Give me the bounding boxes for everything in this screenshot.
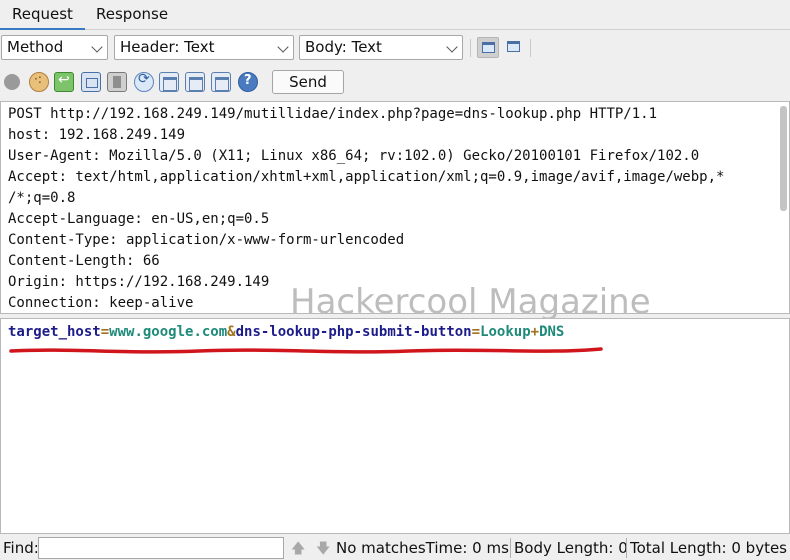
status-divider (510, 538, 511, 558)
total-length: Total Length: 0 bytes (630, 539, 787, 557)
header-format-select[interactable]: Header: Text (114, 35, 294, 60)
param-ampersand: & (227, 324, 236, 340)
find-previous-icon[interactable]: 🡅 (291, 538, 305, 560)
tab-response[interactable]: Response (84, 0, 180, 30)
param-key: target_host (8, 324, 101, 340)
status-dot-icon[interactable] (4, 74, 20, 90)
split-vertical-icon (482, 42, 495, 53)
box-icon[interactable] (107, 72, 127, 92)
header-line: POST http://192.168.249.149/mutillidae/i… (8, 106, 658, 122)
param-value: Lookup (480, 324, 531, 340)
action-toolbar: Send (0, 68, 790, 96)
header-line: Content-Length: 66 (8, 253, 160, 269)
refresh-icon[interactable] (134, 71, 154, 92)
header-line: Origin: https://192.168.249.149 (8, 274, 270, 290)
param-key: dns-lookup-php-submit-button (235, 324, 472, 340)
send-button[interactable]: Send (272, 70, 344, 94)
request-headers-pane[interactable]: POST http://192.168.249.149/mutillidae/i… (0, 101, 790, 314)
toolbar-divider (530, 39, 531, 57)
header-line: Connection: keep-alive (8, 295, 194, 311)
param-equals: = (100, 324, 110, 340)
chevron-down-icon (277, 41, 289, 53)
body-format-select[interactable]: Body: Text (299, 35, 463, 60)
help-icon[interactable] (238, 72, 258, 92)
layout-horizontal-button[interactable] (503, 37, 525, 58)
split-horizontal-icon (507, 41, 520, 52)
status-divider (626, 538, 627, 558)
header-line: /*;q=0.8 (8, 190, 76, 206)
request-headers-text[interactable]: POST http://192.168.249.149/mutillidae/i… (8, 104, 775, 313)
request-time: Time: 0 ms (425, 539, 509, 557)
find-next-icon[interactable]: 🡇 (316, 538, 330, 560)
chevron-down-icon (91, 41, 103, 53)
param-equals: = (471, 324, 481, 340)
header-line: host: 192.168.249.149 (8, 127, 186, 143)
header-line: User-Agent: Mozilla/5.0 (X11; Linux x86_… (8, 148, 700, 164)
format-toolbar: Method Header: Text Body: Text (0, 35, 790, 61)
find-status: No matchesTime: 0 ms (336, 539, 509, 557)
tab-request[interactable]: Request (0, 0, 85, 30)
find-input[interactable] (38, 537, 284, 559)
find-match-status: No matches (336, 539, 426, 557)
request-body-text[interactable]: target_host=www.google.com&dns-lookup-ph… (8, 322, 564, 343)
body-format-value: Body: Text (305, 38, 382, 56)
header-line: Accept-Language: en-US,en;q=0.5 (8, 211, 270, 227)
find-bar: Find: 🡅 🡇 No matchesTime: 0 ms Body Leng… (0, 536, 790, 560)
body-length: Body Length: 0 (514, 539, 628, 557)
follow-redirect-icon[interactable] (54, 72, 74, 92)
list-window-icon[interactable] (185, 72, 205, 92)
method-select[interactable]: Method (1, 35, 108, 60)
param-value: www.google.com (109, 324, 228, 340)
find-label: Find: (3, 539, 39, 557)
table-window-icon[interactable] (211, 72, 231, 92)
frame-icon[interactable] (81, 72, 101, 92)
red-underline-annotation (9, 347, 603, 354)
header-line: Accept: text/html,application/xhtml+xml,… (8, 169, 725, 185)
request-body-pane[interactable]: target_host=www.google.com&dns-lookup-ph… (0, 318, 790, 534)
window-icon[interactable] (159, 72, 179, 92)
layout-vertical-button[interactable] (477, 37, 499, 58)
toolbar-divider (470, 39, 471, 57)
param-value: DNS (539, 324, 565, 340)
method-select-value: Method (7, 38, 64, 56)
chevron-down-icon (446, 41, 458, 53)
header-line: Content-Type: application/x-www-form-url… (8, 232, 405, 248)
param-plus: + (530, 324, 540, 340)
tab-bar: Request Response (0, 0, 790, 30)
headers-scrollbar[interactable] (780, 106, 787, 211)
header-format-value: Header: Text (120, 38, 215, 56)
cookie-icon[interactable] (29, 72, 49, 92)
